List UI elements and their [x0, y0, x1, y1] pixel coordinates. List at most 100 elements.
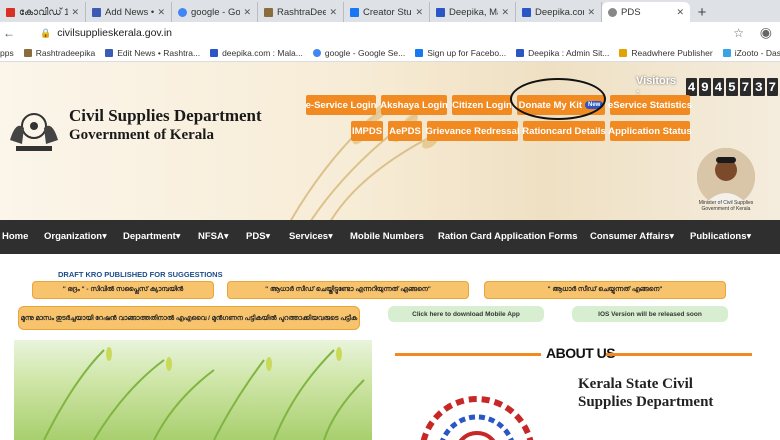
header-banner: Civil Supplies Department Government of …	[0, 62, 780, 220]
bookmark-item[interactable]: deepika.com : Mala...	[210, 48, 303, 58]
kerala-emblem-icon	[10, 113, 58, 151]
profile-avatar-icon[interactable]: ◉	[760, 24, 772, 41]
bookmark-item[interactable]: Rashtradeepika	[23, 48, 95, 58]
paddy-field-photo	[14, 340, 372, 440]
caret-down-icon: ▾	[669, 231, 675, 242]
close-tab-icon[interactable]: ✕	[329, 7, 337, 18]
browser-tab[interactable]: Creator Studio✕	[344, 2, 430, 22]
address-bar: ← 🔒 civilsupplieskerala.gov.in ☆ ◉	[0, 22, 780, 44]
grievance-redressal-button[interactable]: Grievance Redressal	[426, 121, 520, 141]
nav-department[interactable]: Department▾	[123, 231, 181, 242]
browser-tab[interactable]: RashtraDeepika✕	[258, 2, 344, 22]
impds-button[interactable]: IMPDS	[351, 121, 383, 141]
url-field[interactable]: civilsupplieskerala.gov.in	[57, 27, 172, 39]
lock-icon[interactable]: 🔒	[40, 28, 51, 39]
bhadram-campaign-link[interactable]: " ഭദ്രം " - സിവിൽ സപ്ലൈസ് ക്യാമ്പയിൻ	[32, 281, 214, 299]
nav-nfsa[interactable]: NFSA▾	[198, 231, 229, 242]
visitor-digit: 3	[753, 78, 765, 96]
aadhaar-seed-howto-link[interactable]: " ആധാർ സീഡ് ചെയ്യുന്നത് എങ്ങനെ"	[484, 281, 726, 299]
visitor-digit: 5	[726, 78, 738, 96]
nav-home[interactable]: Home	[2, 231, 28, 242]
facebook-icon	[415, 48, 424, 57]
visitor-digit: 4	[712, 78, 725, 96]
nav-ration-card-forms[interactable]: Ration Card Application Forms	[438, 231, 578, 242]
excluded-list-link[interactable]: മുന്നു മാസം തുടർച്ചയായി റേഷൻ വാങ്ങാത്തതി…	[18, 306, 360, 330]
close-tab-icon[interactable]: ✕	[501, 7, 509, 18]
aadhaar-seed-check-link[interactable]: " ആധാർ സീഡ് ചെയ്തിട്ടുണ്ടോ എന്നറിയുന്നത്…	[227, 281, 469, 299]
about-divider-left	[395, 353, 541, 356]
visitor-digit: 7	[766, 78, 779, 96]
close-tab-icon[interactable]: ✕	[71, 7, 79, 18]
person-icon	[697, 148, 755, 206]
back-arrow-icon[interactable]: ←	[0, 26, 18, 40]
caret-down-icon: ▾	[102, 231, 107, 242]
browser-tab[interactable]: Add News • Ra✕	[86, 2, 172, 22]
facebook-icon	[350, 7, 359, 17]
about-heading-text: Kerala State Civil Supplies Department	[578, 376, 714, 410]
browser-tab-active[interactable]: PDS ✕	[602, 2, 690, 22]
close-tab-icon[interactable]: ✕	[587, 7, 595, 18]
browser-tab[interactable]: കോവിഡ് 19✕	[0, 2, 86, 22]
browser-tab[interactable]: Deepika, Malay✕	[430, 2, 516, 22]
about-divider-right	[606, 353, 752, 356]
globe-icon	[608, 7, 617, 17]
visitor-digit: 4	[685, 78, 698, 96]
tab-favicon-icon	[6, 7, 15, 17]
nav-pds[interactable]: PDS▾	[246, 231, 270, 242]
citizen-login-button[interactable]: Citizen Login	[452, 95, 512, 115]
bookmark-favicon-icon	[722, 48, 731, 57]
e-service-login-button[interactable]: e-Service Login	[306, 95, 376, 115]
tab-favicon-icon	[264, 7, 273, 17]
new-tab-button[interactable]: +	[690, 2, 714, 22]
tab-favicon-icon	[522, 7, 531, 17]
nav-consumer-affairs[interactable]: Consumer Affairs▾	[590, 231, 674, 242]
caret-down-icon: ▾	[175, 231, 181, 242]
tab-favicon-icon	[436, 7, 445, 17]
rationcard-details-button[interactable]: Rationcard Details	[522, 121, 606, 141]
nav-services[interactable]: Services▾	[289, 231, 333, 242]
bookmark-favicon-icon	[619, 48, 628, 57]
ios-version-notice: IOS Version will be released soon	[572, 306, 728, 322]
caret-down-icon: ▾	[746, 231, 752, 242]
bookmark-item[interactable]: Sign up for Facebo...	[415, 48, 506, 58]
bookmark-item[interactable]: Edit News • Rashtra...	[105, 48, 200, 58]
akshaya-login-button[interactable]: Akshaya Login	[380, 95, 448, 115]
bookmark-item[interactable]: Readwhere Publisher	[619, 48, 713, 58]
browser-tab-bar: കോവിഡ് 19✕ Add News • Ra✕ google - Googl…	[0, 0, 780, 22]
apps-shortcut[interactable]: pps	[0, 48, 14, 58]
download-mobile-app-link[interactable]: Click here to download Mobile App	[388, 306, 544, 322]
minister-caption: Minister of Civil Supplies Government of…	[698, 200, 754, 212]
bookmark-item[interactable]: iZooto - Dashboard	[722, 48, 780, 58]
caret-down-icon: ▾	[328, 231, 333, 242]
browser-tab[interactable]: google - Googl✕	[172, 2, 258, 22]
minister-photo	[697, 148, 755, 206]
eservice-statistics-button[interactable]: eService Statistics	[608, 95, 692, 115]
bookmark-favicon-icon	[516, 48, 525, 57]
google-g-icon	[178, 7, 187, 17]
civil-supplies-logo	[420, 396, 534, 440]
draft-notice[interactable]: DRAFT KRO PUBLISHED FOR SUGGESTIONS	[58, 270, 223, 279]
caret-down-icon: ▾	[223, 231, 229, 242]
tab-favicon-icon	[92, 7, 101, 17]
hand-drawn-highlight-circle	[510, 78, 606, 120]
close-tab-icon[interactable]: ✕	[676, 7, 684, 18]
close-tab-icon[interactable]: ✕	[243, 7, 251, 18]
bookmark-item[interactable]: Deepika : Admin Sit...	[516, 48, 609, 58]
aepds-button[interactable]: AePDS	[388, 121, 422, 141]
bookmarks-bar: pps Rashtradeepika Edit News • Rashtra..…	[0, 44, 780, 62]
nav-organization[interactable]: Organization▾	[44, 231, 107, 242]
visitor-digit: 7	[739, 78, 752, 96]
department-title: Civil Supplies Department	[69, 106, 262, 125]
nav-publications[interactable]: Publications▾	[690, 231, 751, 242]
bookmark-star-icon[interactable]: ☆	[733, 26, 744, 40]
bookmark-item[interactable]: google - Google Se...	[312, 48, 405, 58]
nav-mobile-numbers[interactable]: Mobile Numbers	[350, 231, 424, 242]
browser-tab[interactable]: Deepika.com |✕	[516, 2, 602, 22]
application-status-button[interactable]: Application Status	[608, 121, 692, 141]
bookmark-favicon-icon	[23, 48, 32, 57]
bookmark-favicon-icon	[210, 48, 219, 57]
department-subtitle: Government of Kerala	[69, 127, 214, 143]
close-tab-icon[interactable]: ✕	[415, 7, 423, 18]
close-tab-icon[interactable]: ✕	[157, 7, 165, 18]
visitor-digit: 9	[699, 78, 711, 96]
